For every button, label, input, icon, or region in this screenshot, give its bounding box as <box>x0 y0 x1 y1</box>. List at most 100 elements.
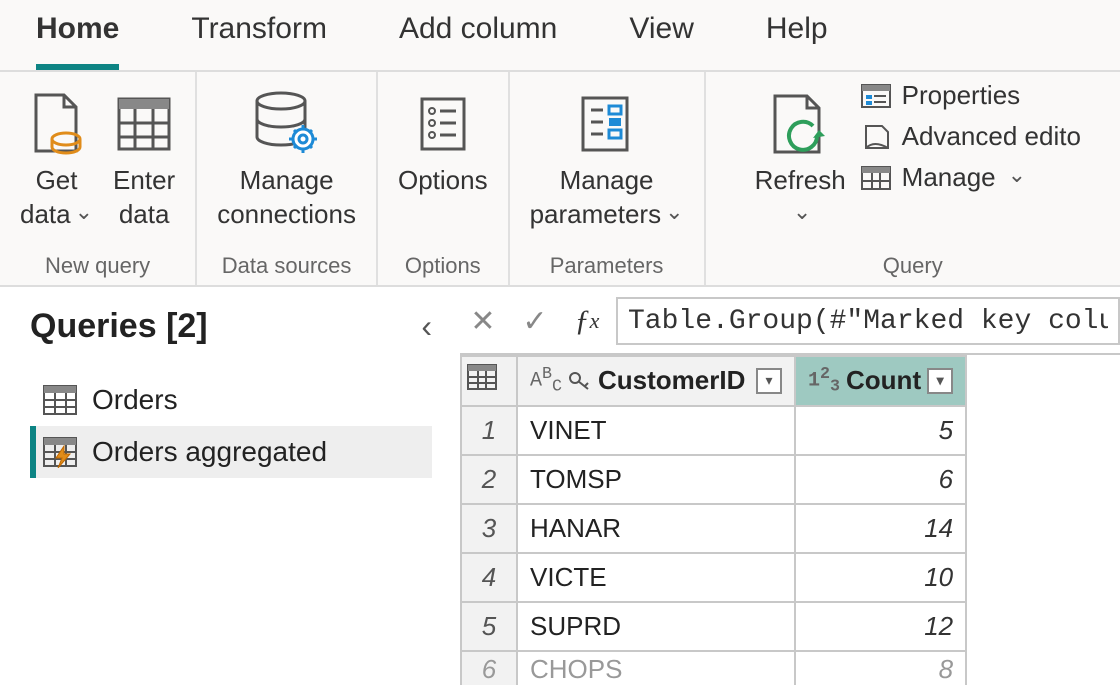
ribbon-group-query: Refresh Properties Advanced edito Manage <box>706 72 1120 285</box>
get-data-label1: Get <box>36 164 78 198</box>
formula-input[interactable] <box>616 297 1120 345</box>
options-label1: Options <box>398 164 488 198</box>
filter-customerid-button[interactable]: ▾ <box>756 368 782 394</box>
ribbon-group-new-query: Get data Enter data <box>0 72 197 285</box>
row-number: 3 <box>461 504 517 553</box>
ribbon-group-data-sources: Manage connections Data sources <box>197 72 378 285</box>
get-data-caret-icon <box>71 199 93 229</box>
row-number: 1 <box>461 406 517 455</box>
data-grid: ABC CustomerID ▾ 123 Count <box>460 353 1120 685</box>
ribbon-group-label-parameters: Parameters <box>550 249 664 279</box>
menu-tab-home[interactable]: Home <box>36 12 119 70</box>
formula-cancel-button[interactable]: ✕ <box>460 298 506 344</box>
menu-bar: Home Transform Add column View Help <box>0 0 1120 72</box>
table-icon <box>42 384 78 416</box>
refresh-caret-icon <box>789 198 811 232</box>
options-icon <box>416 86 470 162</box>
query-item-orders[interactable]: Orders <box>30 374 432 426</box>
manage-parameters-button[interactable]: Manage parameters <box>520 80 694 232</box>
text-type-icon: ABC <box>530 365 562 397</box>
cell-customerid[interactable]: VINET <box>517 406 795 455</box>
ribbon: Get data Enter data <box>0 72 1120 287</box>
ribbon-group-label-data-sources: Data sources <box>222 249 352 279</box>
fx-icon[interactable]: ƒx <box>564 298 610 344</box>
manage-button[interactable]: Manage <box>860 162 1081 193</box>
get-data-label2: data <box>20 199 71 229</box>
properties-button[interactable]: Properties <box>860 80 1081 111</box>
table-lightning-icon <box>42 436 78 468</box>
number-type-icon: 123 <box>808 365 840 397</box>
editor-area: ✕ ✓ ƒx ABC CustomerID <box>450 287 1120 668</box>
table-row[interactable]: 2 TOMSP 6 <box>461 455 966 504</box>
ribbon-group-label-options: Options <box>405 249 481 279</box>
table-row[interactable]: 1 VINET 5 <box>461 406 966 455</box>
manage-caret-icon <box>1004 162 1026 193</box>
menu-tab-help[interactable]: Help <box>766 12 828 70</box>
cell-count[interactable]: 5 <box>795 406 966 455</box>
advanced-editor-button[interactable]: Advanced edito <box>860 121 1081 152</box>
column-name-count: Count <box>846 365 921 396</box>
queries-panel: Queries [2] ‹ Orders Orders aggregated <box>0 287 450 668</box>
queries-title: Queries [2] <box>30 307 208 346</box>
ribbon-group-parameters: Manage parameters Parameters <box>510 72 706 285</box>
queries-header: Queries [2] ‹ <box>30 307 432 346</box>
advanced-editor-label: Advanced edito <box>902 121 1081 152</box>
select-all-corner[interactable] <box>461 356 517 406</box>
enter-data-label1: Enter <box>113 164 175 198</box>
collapse-queries-button[interactable]: ‹ <box>421 308 432 345</box>
query-item-orders-aggregated-label: Orders aggregated <box>92 436 327 468</box>
column-name-customerid: CustomerID <box>598 365 745 396</box>
cell-count[interactable]: 14 <box>795 504 966 553</box>
query-item-orders-label: Orders <box>92 384 178 416</box>
properties-label: Properties <box>902 80 1021 111</box>
row-number: 2 <box>461 455 517 504</box>
parameters-icon <box>577 86 637 162</box>
cell-count[interactable]: 6 <box>795 455 966 504</box>
cell-count[interactable]: 10 <box>795 553 966 602</box>
refresh-button[interactable]: Refresh <box>745 80 856 232</box>
filter-count-button[interactable]: ▾ <box>927 368 953 394</box>
query-side-stack: Properties Advanced edito Manage <box>856 80 1081 193</box>
manage-parameters-label2: parameters <box>530 199 662 229</box>
row-number: 5 <box>461 602 517 651</box>
formula-bar: ✕ ✓ ƒx <box>450 297 1120 353</box>
column-header-count[interactable]: 123 Count ▾ <box>795 356 966 406</box>
cell-count[interactable]: 12 <box>795 602 966 651</box>
manage-parameters-label1: Manage <box>560 164 654 198</box>
refresh-label: Refresh <box>755 164 846 198</box>
enter-data-label2: data <box>119 198 170 232</box>
enter-data-icon <box>115 86 173 162</box>
table-row[interactable]: 4 VICTE 10 <box>461 553 966 602</box>
manage-connections-label1: Manage <box>240 164 334 198</box>
menu-tab-transform[interactable]: Transform <box>191 12 327 70</box>
cell-customerid[interactable]: TOMSP <box>517 455 795 504</box>
ribbon-group-options: Options Options <box>378 72 510 285</box>
menu-tab-add-column[interactable]: Add column <box>399 12 557 70</box>
manage-label: Manage <box>902 162 996 193</box>
properties-icon <box>860 81 894 111</box>
manage-parameters-caret-icon <box>661 199 683 229</box>
column-header-customerid[interactable]: ABC CustomerID ▾ <box>517 356 795 406</box>
enter-data-button[interactable]: Enter data <box>103 80 185 232</box>
table-row[interactable]: 5 SUPRD 12 <box>461 602 966 651</box>
get-data-button[interactable]: Get data <box>10 80 103 232</box>
formula-commit-button[interactable]: ✓ <box>512 298 558 344</box>
options-button[interactable]: Options <box>388 80 498 232</box>
row-number: 4 <box>461 553 517 602</box>
manage-connections-label2: connections <box>217 198 356 232</box>
manage-icon <box>860 163 894 193</box>
database-gear-icon <box>251 86 323 162</box>
cell-customerid[interactable]: SUPRD <box>517 602 795 651</box>
table-row[interactable]: 3 HANAR 14 <box>461 504 966 553</box>
get-data-icon <box>30 86 84 162</box>
query-item-orders-aggregated[interactable]: Orders aggregated <box>30 426 432 478</box>
refresh-icon <box>767 86 833 162</box>
cell-customerid[interactable]: HANAR <box>517 504 795 553</box>
advanced-editor-icon <box>860 122 894 152</box>
table-small-icon <box>466 363 498 391</box>
main-area: Queries [2] ‹ Orders Orders aggregated ✕… <box>0 287 1120 668</box>
ribbon-group-label-new-query: New query <box>45 249 150 279</box>
menu-tab-view[interactable]: View <box>629 12 693 70</box>
manage-connections-button[interactable]: Manage connections <box>207 80 366 232</box>
cell-customerid[interactable]: VICTE <box>517 553 795 602</box>
